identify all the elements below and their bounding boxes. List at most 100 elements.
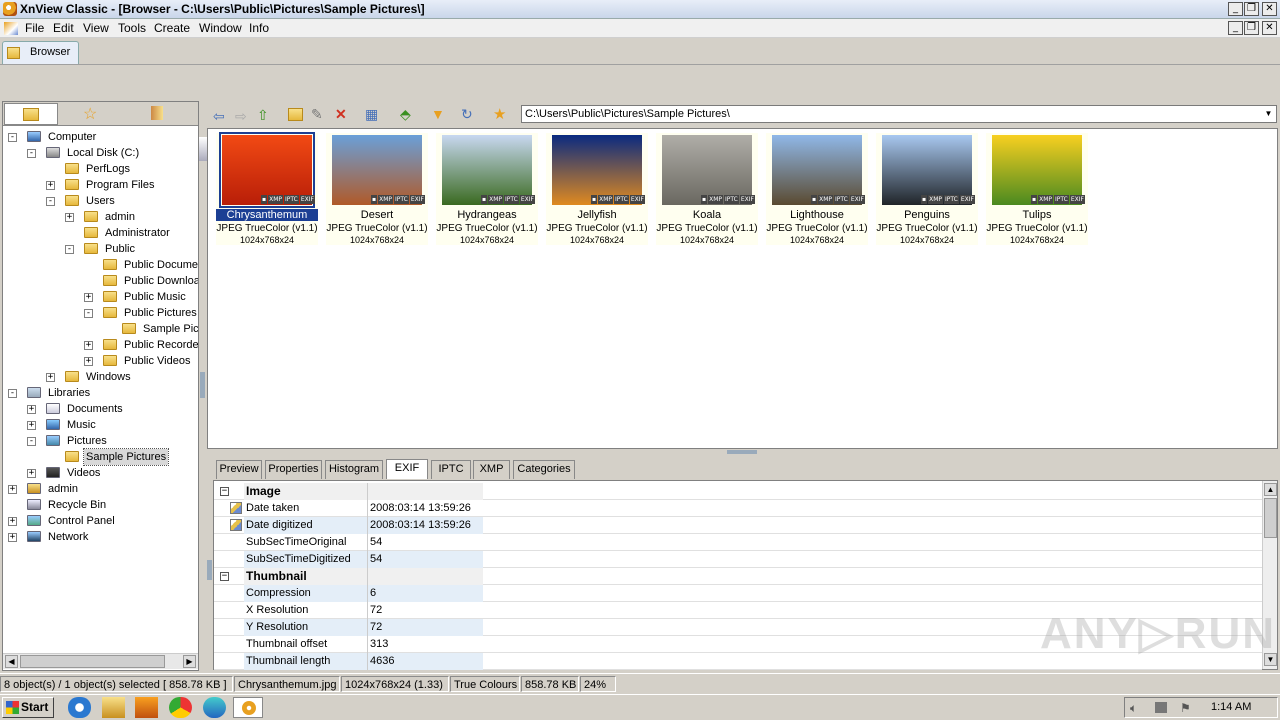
chrome-taskbar-icon[interactable] <box>169 697 192 718</box>
tree-item[interactable]: Administrator <box>3 225 198 241</box>
tree-horizontal-scrollbar[interactable]: ◀ ▶ <box>3 653 198 669</box>
close-button[interactable]: ✕ <box>1262 2 1277 16</box>
thumbnail-item[interactable]: ▪ XMP IPTC EXIF Lighthouse JPEG TrueColor (v1… <box>766 133 868 245</box>
expand-icon[interactable]: + <box>46 181 55 190</box>
tree-item[interactable]: - Local Disk (C:) <box>3 145 198 161</box>
tree-item[interactable]: Public Downloac <box>3 273 198 289</box>
tab-exif[interactable]: EXIF <box>386 459 428 479</box>
tab-browser[interactable]: Browser <box>2 41 79 64</box>
thumbnail-item[interactable]: ▪ XMP IPTC EXIF Tulips JPEG TrueColor (v1.1) 1… <box>986 133 1088 245</box>
expand-icon[interactable]: + <box>27 469 36 478</box>
expand-icon[interactable]: + <box>27 421 36 430</box>
rename-icon[interactable]: ✎ <box>311 106 323 123</box>
expand-icon[interactable]: + <box>8 533 17 542</box>
tree-item[interactable]: + admin <box>3 209 198 225</box>
menu-window[interactable]: Window <box>199 21 242 35</box>
menu-view[interactable]: View <box>83 21 109 35</box>
filter-icon[interactable]: ▼ <box>431 106 445 122</box>
tab-histogram[interactable]: Histogram <box>325 460 383 479</box>
tree-item[interactable]: Sample Pictures <box>3 448 198 466</box>
child-close-button[interactable]: ✕ <box>1262 21 1277 35</box>
collapse-icon[interactable]: - <box>84 309 93 318</box>
tree-item[interactable]: + Music <box>3 417 198 433</box>
thumbnail-item[interactable]: ▪ XMP IPTC EXIF Penguins JPEG TrueColor (v1.1… <box>876 133 978 245</box>
menu-info[interactable]: Info <box>249 21 269 35</box>
exif-row[interactable]: Date taken 2008:03:14 13:59:26 <box>214 500 1262 517</box>
edit-pencil-icon[interactable] <box>230 519 242 531</box>
collapse-icon[interactable]: − <box>220 572 229 581</box>
tree-item[interactable]: + Public Music <box>3 289 198 305</box>
tree-item[interactable]: - Libraries <box>3 385 198 401</box>
collapse-icon[interactable]: - <box>8 133 17 142</box>
tab-preview[interactable]: Preview <box>216 460 262 479</box>
parent-folder-icon[interactable]: ⇧ <box>257 107 269 124</box>
new-folder-icon[interactable] <box>288 108 303 121</box>
scroll-right-icon[interactable]: ▶ <box>183 655 196 668</box>
scroll-thumb[interactable] <box>20 655 165 668</box>
forward-icon[interactable]: ⇨ <box>235 108 247 125</box>
expand-icon[interactable]: + <box>65 213 74 222</box>
expand-icon[interactable]: + <box>84 357 93 366</box>
ie-taskbar-icon[interactable] <box>68 697 91 718</box>
sort-icon[interactable]: ⬘ <box>400 106 411 123</box>
thumbnail-item[interactable]: ▪ XMP IPTC EXIF Jellyfish JPEG TrueColor (v1.… <box>546 133 648 245</box>
collapse-icon[interactable]: - <box>65 245 74 254</box>
back-icon[interactable]: ⇦ <box>213 108 225 125</box>
tree-item[interactable]: - Computer <box>3 129 198 145</box>
minimize-button[interactable]: _ <box>1228 2 1243 16</box>
network-tray-icon[interactable] <box>1155 702 1167 713</box>
tree-item[interactable]: Sample Pictu <box>3 321 198 337</box>
tree-item[interactable]: - Pictures <box>3 433 198 449</box>
tree-item[interactable]: Public Documen <box>3 257 198 273</box>
tree-item[interactable]: + Public Videos <box>3 353 198 369</box>
thumbnail-item[interactable]: ▪ XMP IPTC EXIF Hydrangeas JPEG TrueColor (v1… <box>436 133 538 245</box>
panel-splitter-handle[interactable] <box>200 372 205 398</box>
tree-item[interactable]: PerfLogs <box>3 161 198 177</box>
menu-tools[interactable]: Tools <box>118 21 146 35</box>
tree-item[interactable]: + Network <box>3 529 198 545</box>
explorer-taskbar-icon[interactable] <box>102 697 125 718</box>
edge-taskbar-icon[interactable] <box>203 697 226 718</box>
exif-scroll-thumb[interactable] <box>1264 498 1277 538</box>
flag-icon[interactable]: ⚑ <box>1180 701 1191 715</box>
exif-row[interactable]: Date digitized 2008:03:14 13:59:26 <box>214 517 1262 534</box>
collapse-icon[interactable]: − <box>220 487 229 496</box>
tree-item[interactable]: + Videos <box>3 465 198 481</box>
restore-button[interactable]: ❐ <box>1244 2 1259 16</box>
view-mode-icon[interactable]: ▦ <box>365 106 378 123</box>
exif-row[interactable]: SubSecTimeDigitized 54 <box>214 551 1262 568</box>
tab-folders[interactable] <box>4 103 58 125</box>
expand-icon[interactable]: + <box>46 373 55 382</box>
expand-icon[interactable]: + <box>27 405 36 414</box>
expand-icon[interactable]: + <box>84 341 93 350</box>
scroll-up-icon[interactable]: ▲ <box>1264 483 1277 496</box>
xnview-taskbar-button[interactable] <box>233 697 263 718</box>
tree-item[interactable]: + Program Files <box>3 177 198 193</box>
exif-row[interactable]: SubSecTimeOriginal 54 <box>214 534 1262 551</box>
tab-favorites[interactable]: ☆ <box>65 103 119 125</box>
thumbnail-item[interactable]: ▪ XMP IPTC EXIF Koala JPEG TrueColor (v1.1) 10… <box>656 133 758 245</box>
expand-icon[interactable]: + <box>8 517 17 526</box>
thumbnail-item[interactable]: ▪ XMP IPTC EXIF Desert JPEG TrueColor (v1.1) 1… <box>326 133 428 245</box>
menu-create[interactable]: Create <box>154 21 190 35</box>
tree-item[interactable]: + admin <box>3 481 198 497</box>
menu-edit[interactable]: Edit <box>53 21 74 35</box>
horizontal-splitter[interactable] <box>207 449 1278 457</box>
tab-xmp[interactable]: XMP <box>473 460 510 479</box>
tab-categories[interactable] <box>131 103 185 125</box>
tree-item[interactable]: - Users <box>3 193 198 209</box>
favorites-icon[interactable]: ★ <box>493 105 506 123</box>
edit-pencil-icon[interactable] <box>230 502 242 514</box>
info-splitter-handle[interactable] <box>207 560 212 580</box>
tree-item[interactable]: Recycle Bin <box>3 497 198 513</box>
splitter-handle[interactable] <box>727 450 757 454</box>
scroll-left-icon[interactable]: ◀ <box>5 655 18 668</box>
address-input[interactable]: C:\Users\Public\Pictures\Sample Pictures… <box>521 105 1277 123</box>
collapse-icon[interactable]: - <box>8 389 17 398</box>
media-player-taskbar-icon[interactable] <box>135 697 158 718</box>
start-button[interactable]: Start <box>2 697 54 718</box>
exif-group-row[interactable]: − Image <box>214 483 1262 500</box>
child-minimize-button[interactable]: _ <box>1228 21 1243 35</box>
tree-item[interactable]: + Public Recorded <box>3 337 198 353</box>
refresh-list-icon[interactable]: ↻ <box>461 106 473 123</box>
